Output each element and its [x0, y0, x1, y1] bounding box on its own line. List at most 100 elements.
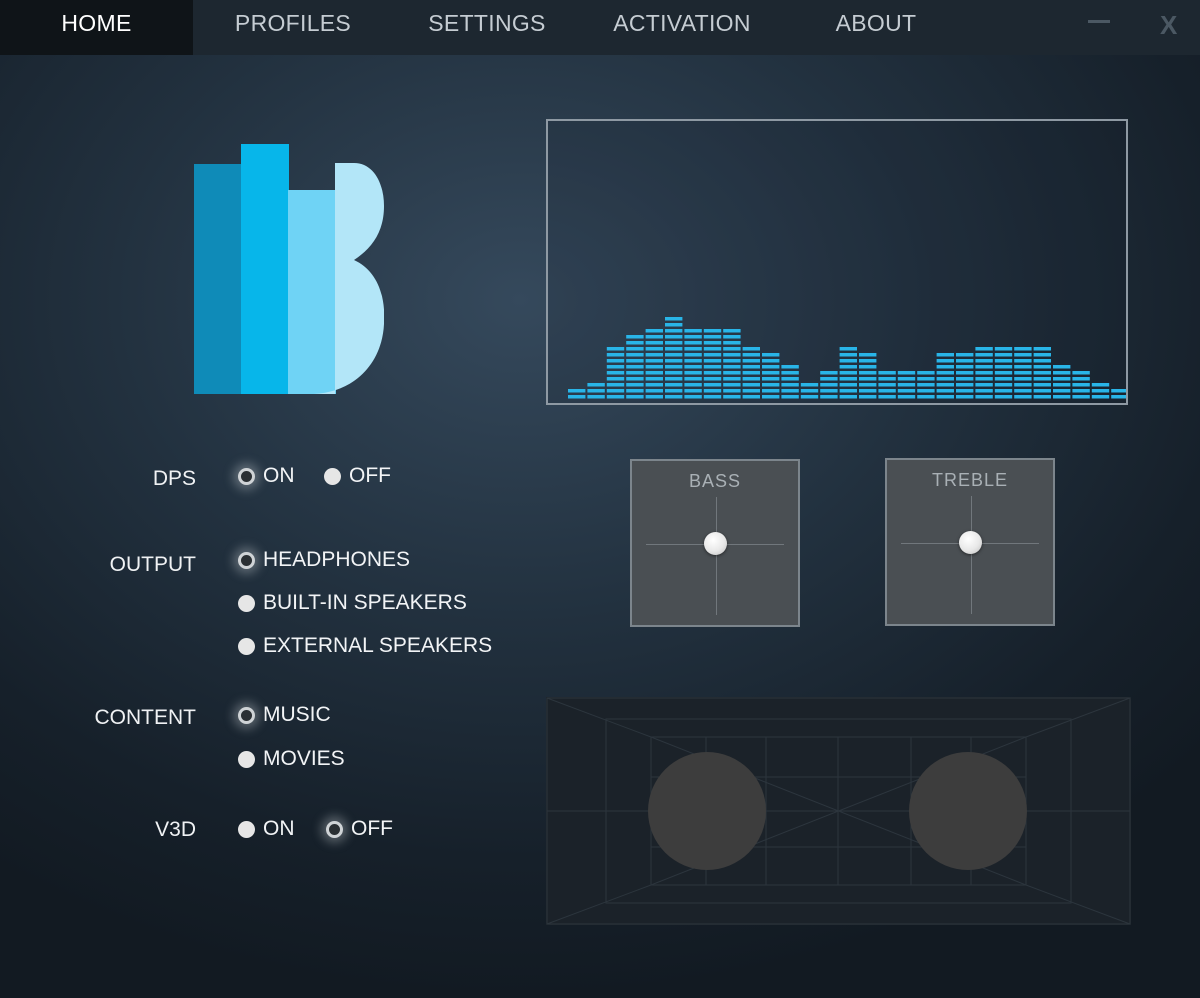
output-builtin-option[interactable]: BUILT-IN SPEAKERS: [238, 591, 467, 615]
spectrum-column: [723, 329, 741, 399]
dps-on-option[interactable]: ON: [238, 464, 295, 488]
spectrum-segment: [1033, 347, 1051, 351]
spectrum-segment: [762, 395, 780, 399]
spectrum-segment: [897, 371, 916, 375]
v3d-on-option[interactable]: ON: [238, 817, 295, 841]
spectrum-segment: [684, 329, 702, 333]
spectrum-segment: [975, 395, 993, 399]
radio-selected: [238, 467, 255, 485]
spectrum-segment: [762, 371, 780, 375]
spectrum-column: [665, 317, 683, 399]
spectrum-bars: [568, 317, 1148, 399]
spectrum-segment: [781, 377, 799, 381]
spectrum-segment: [1091, 395, 1110, 399]
spectrum-segment: [956, 395, 974, 399]
tab-about[interactable]: ABOUT: [780, 0, 972, 55]
spectrum-segment: [994, 347, 1013, 351]
spectrum-column: [839, 347, 857, 399]
spectrum-segment: [723, 365, 741, 369]
output-external-option[interactable]: EXTERNAL SPEAKERS: [238, 634, 492, 658]
tab-home[interactable]: HOME: [0, 0, 193, 55]
spectrum-segment: [1053, 371, 1071, 375]
bass-handle[interactable]: [704, 532, 727, 555]
spectrum-segment: [1014, 347, 1032, 351]
right-speaker[interactable]: [909, 752, 1027, 870]
spectrum-segment: [742, 365, 760, 369]
content-movies-option[interactable]: MOVIES: [238, 747, 345, 771]
virtual-3d-room: [546, 697, 1131, 925]
spectrum-segment: [1033, 377, 1051, 381]
spectrum-segment: [684, 395, 702, 399]
left-speaker[interactable]: [648, 752, 766, 870]
spectrum-column: [645, 329, 663, 399]
spectrum-segment: [665, 353, 683, 357]
spectrum-segment: [742, 353, 760, 357]
treble-label: TREBLE: [931, 470, 1009, 490]
spectrum-segment: [723, 347, 741, 351]
spectrum-segment: [703, 359, 722, 363]
v3d-off-option[interactable]: OFF: [326, 817, 393, 841]
spectrum-segment: [1014, 353, 1032, 357]
spectrum-segment: [645, 347, 663, 351]
treble-control[interactable]: TREBLE: [885, 458, 1055, 626]
output-headphones-label: HEADPHONES: [263, 548, 411, 571]
spectrum-segment: [703, 395, 722, 399]
spectrum-segment: [859, 383, 877, 387]
output-headphones-option[interactable]: HEADPHONES: [238, 548, 410, 572]
spectrum-segment: [859, 377, 877, 381]
spectrum-segment: [839, 347, 857, 351]
treble-handle[interactable]: [959, 531, 982, 554]
spectrum-segment: [665, 341, 683, 345]
tab-activation[interactable]: ACTIVATION: [584, 0, 780, 55]
spectrum-segment: [665, 347, 683, 351]
spectrum-segment: [800, 389, 819, 393]
spectrum-segment: [723, 395, 741, 399]
spectrum-segment: [587, 395, 605, 399]
spectrum-segment: [762, 389, 780, 393]
spectrum-segment: [820, 389, 838, 393]
spectrum-segment: [839, 371, 857, 375]
spectrum-column: [587, 383, 605, 399]
spectrum-segment: [1033, 371, 1051, 375]
spectrum-segment: [684, 383, 702, 387]
spectrum-segment: [859, 389, 877, 393]
dps-off-option[interactable]: OFF: [324, 464, 391, 488]
spectrum-segment: [684, 359, 702, 363]
spectrum-segment: [742, 389, 760, 393]
content-music-option[interactable]: MUSIC: [238, 703, 331, 727]
spectrum-segment: [1033, 383, 1051, 387]
spectrum-segment: [606, 371, 625, 375]
spectrum-segment: [742, 377, 760, 381]
spectrum-segment: [626, 395, 644, 399]
spectrum-segment: [703, 335, 722, 339]
spectrum-segment: [723, 335, 741, 339]
tab-settings[interactable]: SETTINGS: [390, 0, 584, 55]
spectrum-segment: [665, 323, 683, 327]
spectrum-segment: [626, 389, 644, 393]
spectrum-segment: [1014, 371, 1032, 375]
spectrum-segment: [994, 371, 1013, 375]
spectrum-segment: [762, 383, 780, 387]
spectrum-segment: [665, 335, 683, 339]
minimize-icon[interactable]: [1088, 20, 1110, 23]
tab-profiles[interactable]: PROFILES: [193, 0, 393, 55]
close-button[interactable]: X: [1160, 10, 1177, 41]
spectrum-segment: [839, 383, 857, 387]
spectrum-segment: [975, 377, 993, 381]
spectrum-segment: [936, 389, 954, 393]
spectrum-column: [897, 371, 916, 399]
spectrum-segment: [1053, 377, 1071, 381]
spectrum-segment: [994, 365, 1013, 369]
spectrum-segment: [936, 395, 954, 399]
spectrum-segment: [994, 353, 1013, 357]
spectrum-segment: [956, 389, 974, 393]
spectrum-segment: [859, 365, 877, 369]
treble-crosshair-v: [971, 496, 972, 614]
bass-control[interactable]: BASS: [630, 459, 800, 627]
spectrum-segment: [878, 371, 896, 375]
content-movies-label: MOVIES: [263, 747, 345, 770]
spectrum-segment: [859, 359, 877, 363]
spectrum-segment: [587, 383, 605, 387]
spectrum-segment: [878, 395, 896, 399]
spectrum-segment: [762, 353, 780, 357]
